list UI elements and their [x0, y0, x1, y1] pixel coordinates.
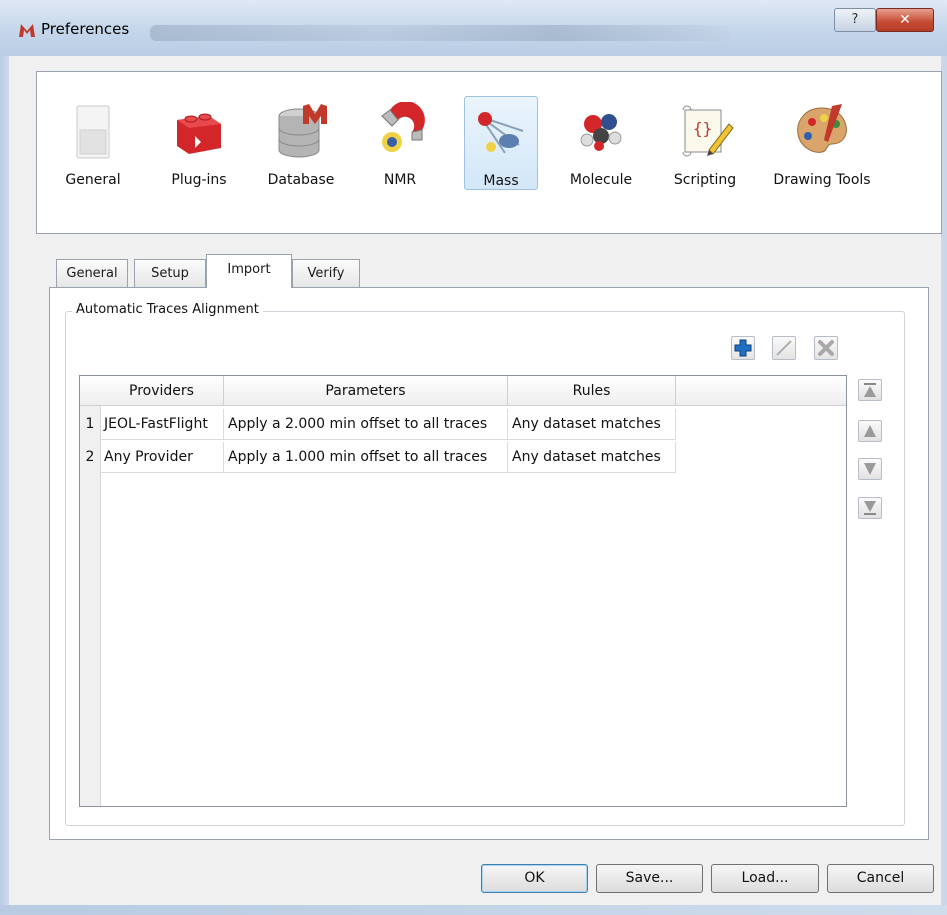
move-down-button[interactable] — [858, 458, 882, 480]
category-label: Molecule — [569, 172, 633, 188]
group-title: Automatic Traces Alignment — [72, 302, 263, 317]
save-button[interactable]: Save... — [596, 864, 703, 893]
title-bar: Preferences ? ✕ — [0, 0, 947, 57]
add-rule-button[interactable] — [731, 336, 755, 360]
window-frame-left — [0, 56, 9, 915]
close-button[interactable]: ✕ — [876, 8, 934, 32]
column-header-filler — [676, 376, 846, 406]
database-icon — [278, 104, 327, 158]
svg-text:{}: {} — [693, 119, 712, 138]
category-label: Plug-ins — [171, 172, 227, 188]
cancel-button[interactable]: Cancel — [827, 864, 934, 893]
table-cell-provider[interactable]: Any Provider — [100, 442, 224, 473]
category-label: Mass — [483, 173, 519, 189]
category-label: Database — [267, 172, 335, 188]
tab-general[interactable]: General — [56, 259, 128, 287]
plus-icon — [734, 339, 752, 357]
category-molecule[interactable]: Molecule — [559, 92, 643, 192]
category-mass[interactable]: Mass — [464, 96, 538, 190]
pencil-icon — [776, 340, 792, 356]
table-cell-rules[interactable]: Any dataset matches — [508, 442, 676, 473]
arrow-down-icon — [864, 463, 876, 475]
title-blur — [150, 25, 730, 41]
category-label: Drawing Tools — [773, 172, 871, 188]
column-header-parameters[interactable]: Parameters — [224, 376, 508, 406]
switch-icon — [76, 105, 110, 159]
category-general[interactable]: General — [57, 92, 129, 192]
edit-rule-button[interactable] — [772, 336, 796, 360]
magnet-icon — [381, 102, 425, 152]
load-button[interactable]: Load... — [711, 864, 819, 893]
move-top-button[interactable] — [858, 379, 882, 401]
category-plug-ins[interactable]: Plug-ins — [159, 92, 239, 192]
category-toolbar: General Plug-ins Database NMR Mass Molec… — [36, 71, 942, 234]
table-cell-rules[interactable]: Any dataset matches — [508, 409, 676, 440]
category-label: General — [65, 172, 121, 188]
move-bottom-icon — [864, 501, 876, 515]
category-database[interactable]: Database — [259, 92, 343, 192]
table-cell-provider[interactable]: JEOL-FastFlight — [100, 409, 224, 440]
help-button[interactable]: ? — [834, 8, 876, 32]
tab-import[interactable]: Import — [206, 254, 292, 288]
move-top-icon — [864, 383, 876, 397]
move-bottom-button[interactable] — [858, 497, 882, 519]
column-header-rules[interactable]: Rules — [508, 376, 676, 406]
category-drawing-tools[interactable]: Drawing Tools — [767, 92, 877, 192]
mass-spec-icon — [478, 112, 524, 154]
palette-icon — [797, 104, 847, 153]
table-cell-parameters[interactable]: Apply a 1.000 min offset to all traces — [224, 442, 508, 473]
ok-button[interactable]: OK — [481, 864, 588, 893]
tab-verify[interactable]: Verify — [292, 259, 360, 287]
window-title: Preferences — [41, 20, 130, 38]
arrow-up-icon — [864, 425, 876, 437]
app-logo-icon — [19, 24, 35, 37]
puzzle-icon — [177, 113, 221, 154]
category-scripting[interactable]: {} Scripting — [665, 92, 745, 192]
script-icon: {} — [682, 105, 734, 157]
category-nmr[interactable]: NMR — [365, 92, 435, 192]
delete-icon — [818, 340, 834, 356]
table-cell-parameters[interactable]: Apply a 2.000 min offset to all traces — [224, 409, 508, 440]
row-number-gutter — [80, 376, 101, 806]
molecule-icon — [580, 114, 622, 151]
category-label: NMR — [383, 172, 417, 188]
category-label: Scripting — [673, 172, 737, 188]
table-corner — [80, 376, 101, 406]
move-up-button[interactable] — [858, 420, 882, 442]
row-number: 1 — [85, 416, 95, 432]
row-number: 2 — [85, 449, 95, 465]
window-frame-bottom — [0, 905, 947, 915]
tab-setup[interactable]: Setup — [134, 259, 206, 287]
delete-rule-button[interactable] — [814, 336, 838, 360]
column-header-providers[interactable]: Providers — [100, 376, 224, 406]
